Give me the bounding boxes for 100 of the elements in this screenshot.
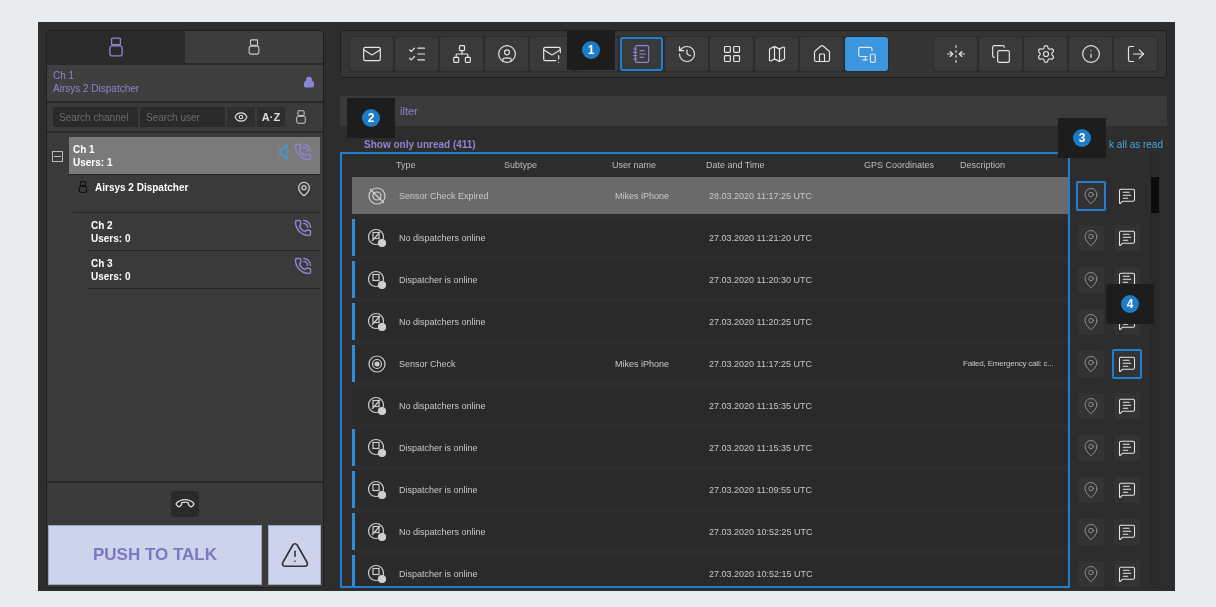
type-cell-text: No dispatchers online	[399, 232, 487, 243]
date-cell-text: 27.03.2020 11:20:25 UTC	[709, 316, 813, 327]
toolbar-button[interactable]	[1069, 37, 1112, 71]
callout-number: 1	[582, 41, 600, 59]
channel-item[interactable]: Ch 1 Users: 1	[69, 137, 320, 175]
message-button[interactable]	[1112, 348, 1142, 379]
grid-icon	[721, 44, 742, 64]
location-pin-icon	[1082, 228, 1100, 247]
type-cell-text: Dispatcher is online	[399, 484, 479, 495]
toolbar-button[interactable]	[1114, 37, 1157, 71]
message-icon	[1118, 522, 1136, 541]
settings-icon	[1035, 44, 1056, 64]
message-button[interactable]	[1114, 434, 1140, 461]
location-button[interactable]	[1078, 518, 1104, 545]
toolbar-button[interactable]	[800, 37, 843, 71]
message-button[interactable]	[1114, 392, 1140, 419]
location-pin-icon	[1082, 564, 1100, 583]
home-icon	[811, 44, 832, 64]
message-list-icon	[631, 44, 652, 64]
toolbar-button[interactable]	[979, 37, 1022, 71]
windows-icon	[990, 44, 1011, 64]
location-button[interactable]	[1078, 266, 1104, 293]
toolbar-button[interactable]	[440, 37, 483, 71]
search-user-field[interactable]: Search user	[140, 107, 225, 127]
date-cell-text: 27.03.2020 11:15:35 UTC	[709, 400, 813, 411]
column-header: GPS Coordinates	[864, 160, 936, 170]
location-pin-icon	[1082, 270, 1100, 289]
dispatcher-icon	[367, 563, 387, 584]
device-icon	[294, 110, 308, 124]
channel-item[interactable]: Ch 2 Users: 0	[87, 213, 320, 251]
location-button[interactable]	[1078, 224, 1104, 251]
type-cell-text: Dispatcher is online	[399, 568, 479, 579]
user-name: Airsys 2 Dispatcher	[95, 181, 189, 193]
toolbar-button[interactable]	[485, 37, 528, 71]
callout-number: 4	[1121, 295, 1139, 313]
message-icon	[1118, 396, 1136, 415]
dispatcher-off-icon	[367, 521, 387, 542]
tree-user-item[interactable]: Airsys 2 Dispatcher	[73, 175, 320, 213]
type-cell-text: No dispatchers online	[399, 526, 487, 537]
date-cell-text: 27.03.2020 10:52:25 UTC	[709, 526, 814, 537]
toolbar-button[interactable]	[710, 37, 753, 71]
message-icon	[1118, 438, 1136, 457]
message-icon	[1118, 480, 1136, 499]
dispatcher-off-icon	[367, 311, 387, 332]
history-icon	[676, 44, 697, 64]
toolbar-button[interactable]	[755, 37, 798, 71]
location-button[interactable]	[1078, 392, 1104, 419]
callout-number: 2	[362, 109, 380, 127]
callout-number: 3	[1073, 129, 1091, 147]
type-cell-text: Dispatcher is online	[399, 442, 479, 453]
logout-icon	[1125, 44, 1146, 64]
device-icon	[77, 181, 89, 193]
date-cell-text: 27.03.2020 10:52:15 UTC	[709, 568, 814, 579]
location-pin-icon	[1082, 438, 1100, 457]
location-button[interactable]	[1078, 560, 1104, 587]
location-button[interactable]	[1078, 434, 1104, 461]
info-icon	[1080, 44, 1101, 64]
hang-up-button[interactable]	[171, 491, 199, 517]
message-button[interactable]	[1114, 518, 1140, 545]
toolbar-button[interactable]	[350, 37, 393, 71]
location-button[interactable]	[1078, 308, 1104, 335]
location-pin-icon	[296, 181, 312, 197]
toolbar-button[interactable]	[1024, 37, 1067, 71]
emergency-button[interactable]	[268, 525, 321, 585]
location-button[interactable]	[1076, 180, 1106, 211]
column-header: User name	[612, 160, 657, 170]
map-icon	[766, 44, 787, 64]
message-icon	[1118, 564, 1136, 583]
location-button[interactable]	[1078, 350, 1104, 377]
date-cell-text: 27.03.2020 11:09:55 UTC	[709, 484, 813, 495]
filter-label[interactable]: ilter	[400, 105, 418, 117]
current-channel: Ch 1 Airsys 2 Dispatcher	[53, 69, 140, 95]
mark-all-read-link[interactable]: k all as read	[1109, 139, 1163, 150]
dispatcher-icon	[367, 437, 387, 458]
search-channel-field[interactable]: Search channel	[53, 107, 138, 127]
message-button[interactable]	[1114, 224, 1140, 251]
location-pin-icon	[1082, 312, 1100, 331]
dispatcher-off-icon	[367, 395, 387, 416]
date-cell-text: 27.03.2020 11:21:20 UTC	[709, 232, 813, 243]
location-pin-icon	[1082, 480, 1100, 499]
message-button[interactable]	[1114, 476, 1140, 503]
sort-button[interactable]: A·Z	[257, 107, 285, 127]
collapse-icon[interactable]	[52, 151, 63, 162]
phone-call-icon	[294, 219, 312, 237]
visibility-button[interactable]	[227, 107, 255, 127]
toolbar-button[interactable]	[665, 37, 708, 71]
location-button[interactable]	[1078, 476, 1104, 503]
phone-call-icon	[294, 257, 312, 275]
speaker-icon	[279, 144, 288, 160]
dispatcher-icon	[106, 37, 126, 57]
sensor-off-icon	[367, 185, 387, 206]
channel-label: Ch 2 Users: 0	[91, 219, 131, 245]
user-cell-text: Mikes iPhone	[615, 190, 671, 201]
type-cell-text: No dispatchers online	[399, 316, 487, 327]
user-cell-text: Mikes iPhone	[615, 358, 671, 369]
show-unread-label[interactable]: Show only unread (411)	[364, 139, 476, 150]
location-pin-icon	[1082, 522, 1100, 541]
channel-item[interactable]: Ch 3 Users: 0	[87, 251, 320, 289]
message-button[interactable]	[1114, 560, 1140, 587]
location-pin-icon	[1082, 354, 1100, 373]
